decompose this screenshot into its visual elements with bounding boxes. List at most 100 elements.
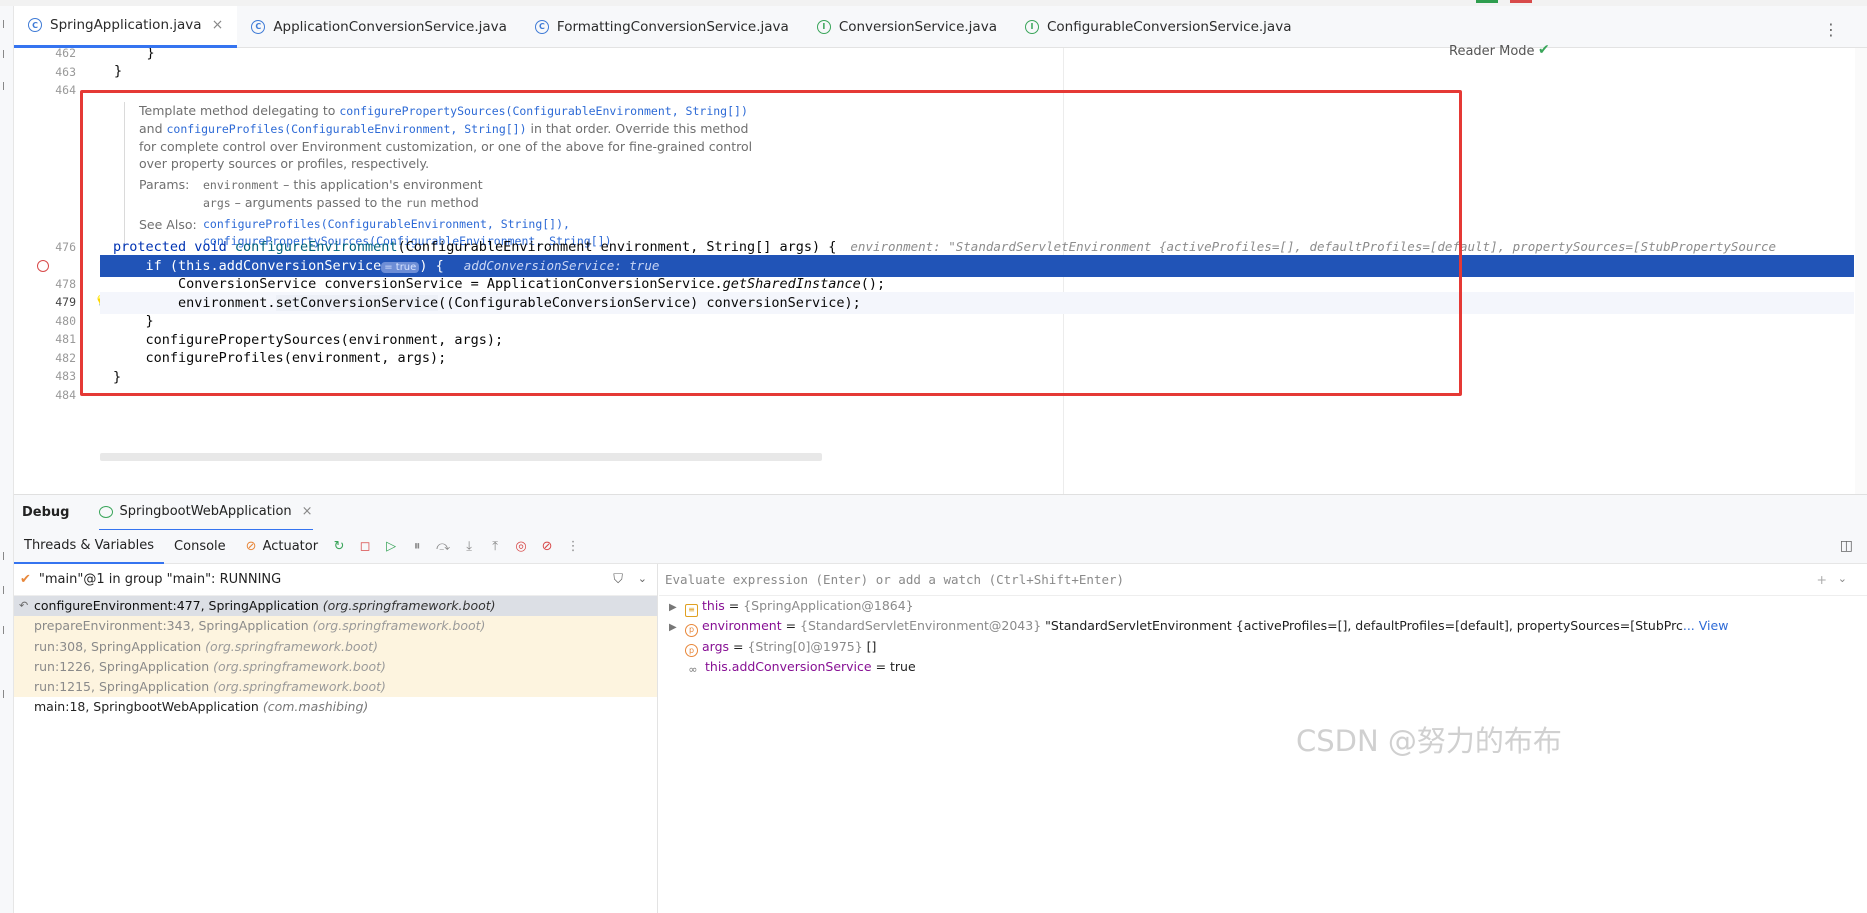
tool-window-icon[interactable] — [3, 690, 9, 698]
actuator-icon: ⊘ — [245, 539, 257, 554]
reader-mode-toggle[interactable]: Reader Mode — [1449, 44, 1535, 59]
class-icon: C — [28, 18, 42, 32]
add-watch-icon[interactable]: + — [1817, 572, 1827, 587]
thread-label: "main"@1 in group "main": RUNNING — [38, 572, 282, 587]
return-icon: ↶ — [19, 599, 29, 612]
variable-type: {String[0]@1975} — [747, 638, 863, 654]
frame-package: (org.springframework.boot) — [213, 679, 386, 695]
variable-row[interactable]: ▶ p environment = {StandardServletEnvironm… — [659, 616, 1867, 638]
vertical-scrollbar[interactable] — [1855, 48, 1867, 494]
variable-type: {SpringApplication@1864} — [743, 598, 914, 613]
tab-label: Actuator — [262, 539, 319, 554]
tool-window-icon[interactable] — [3, 82, 9, 90]
tab-label: FormattingConversionService.java — [556, 18, 789, 35]
debug-session-label: SpringbootWebApplication — [119, 504, 292, 519]
frame-method: configureEnvironment:477, SpringApplicat… — [34, 598, 319, 613]
close-icon[interactable]: × — [212, 17, 224, 33]
pause-icon[interactable]: ⏸ — [406, 536, 428, 558]
stack-frame[interactable]: run:1226, SpringApplication (org.springf… — [14, 656, 657, 678]
tool-window-icon[interactable] — [3, 552, 9, 560]
object-icon: ≡ — [685, 603, 698, 617]
stop-icon[interactable]: ◻ — [354, 536, 376, 558]
tab-label: ConfigurableConversionService.java — [1046, 18, 1292, 35]
frame-package: (com.mashibing) — [262, 699, 369, 715]
step-over-icon[interactable]: ⤼ — [432, 536, 454, 558]
tab-formattingconversionservice[interactable]: C FormattingConversionService.java — [521, 6, 803, 48]
check-icon[interactable]: ✔ — [1538, 42, 1550, 58]
debug-title: Debug — [22, 505, 70, 520]
tab-console[interactable]: Console — [164, 530, 236, 564]
variable-row[interactable]: p args = {String[0]@1975} [] — [659, 637, 1867, 658]
tab-actuator[interactable]: ⊘ Actuator — [236, 530, 328, 564]
frame-method: prepareEnvironment:343, SpringApplicatio… — [34, 618, 309, 634]
variable-name: this.addConversionService — [705, 658, 872, 674]
variables-pane[interactable]: Evaluate expression (Enter) or add a wat… — [659, 564, 1867, 913]
watch-icon: ∞ — [688, 662, 698, 676]
rerun-icon[interactable]: ↻ — [328, 536, 350, 558]
tab-configurableconversionservice[interactable]: I ConfigurableConversionService.java — [1011, 6, 1305, 48]
class-icon: C — [251, 19, 266, 34]
frames-pane[interactable]: ✔ "main"@1 in group "main": RUNNING ⛉ ⌄ … — [14, 564, 658, 913]
tab-conversionservice[interactable]: I ConversionService.java — [803, 6, 1011, 48]
layout-icon[interactable]: ◫ — [1840, 538, 1853, 554]
close-icon[interactable]: × — [302, 504, 313, 519]
interface-icon: I — [1024, 19, 1039, 34]
frame-package: (org.springframework.boot) — [322, 598, 496, 613]
line-number: 463 — [55, 65, 76, 79]
view-link[interactable]: ... View — [1683, 618, 1729, 633]
horizontal-scrollbar[interactable] — [100, 453, 822, 461]
check-icon: ✔ — [20, 572, 31, 587]
variable-name: args — [702, 638, 730, 654]
variable-equals: = — [724, 598, 744, 613]
thread-selector[interactable]: ✔ "main"@1 in group "main": RUNNING ⛉ ⌄ — [14, 564, 657, 596]
view-breakpoints-icon[interactable]: ◎ — [510, 536, 532, 558]
tool-window-icon[interactable] — [3, 50, 9, 58]
breakpoint-icon[interactable] — [37, 260, 49, 272]
step-into-icon[interactable]: ⤓ — [458, 536, 480, 558]
interface-icon: I — [816, 19, 831, 34]
stack-frame[interactable]: run:1215, SpringApplication (org.springf… — [14, 677, 657, 698]
step-out-icon[interactable]: ⤒ — [484, 536, 506, 558]
expand-arrow-icon[interactable]: ▶ — [669, 598, 685, 618]
chevron-down-icon[interactable]: ⌄ — [638, 572, 647, 585]
tool-window-icon[interactable] — [3, 586, 9, 594]
debug-session-tab[interactable]: SpringbootWebApplication × — [99, 495, 313, 531]
stack-frame[interactable]: prepareEnvironment:343, SpringApplicatio… — [14, 616, 657, 637]
resume-icon[interactable]: ▷ — [380, 536, 402, 558]
left-tool-stripe[interactable] — [0, 6, 14, 913]
line-number: 464 — [55, 83, 76, 97]
frame-method: main:18, SpringbootWebApplication — [34, 699, 259, 715]
variable-value: "StandardServletEnvironment {activeProfi… — [1041, 618, 1683, 634]
editor-tab-bar: C SpringApplication.java × C Application… — [14, 5, 1867, 48]
line-number: 481 — [55, 332, 76, 346]
tool-window-icon[interactable] — [3, 626, 9, 634]
mute-breakpoints-icon[interactable]: ⊘ — [536, 536, 558, 558]
tab-applicationconversionservice[interactable]: C ApplicationConversionService.java — [237, 6, 521, 48]
variable-row[interactable]: ▶ ≡ this = {SpringApplication@1864} — [659, 596, 1867, 618]
status-indicator-green — [1476, 0, 1498, 3]
evaluate-expression-input[interactable]: Evaluate expression (Enter) or add a wat… — [659, 564, 1867, 596]
watermark: CSDN @努力的布布 — [1296, 724, 1562, 758]
frame-method: run:308, SpringApplication — [34, 638, 202, 654]
expand-arrow-icon[interactable]: ▶ — [669, 618, 685, 638]
chevron-down-icon[interactable]: ⌄ — [1838, 572, 1847, 585]
frame-method: run:1215, SpringApplication — [34, 679, 210, 695]
highlight-annotation-box — [80, 90, 1462, 396]
line-number: 478 — [55, 277, 76, 291]
stack-frame[interactable]: ↶ configureEnvironment:477, SpringApplica… — [14, 596, 657, 617]
filter-icon[interactable]: ⛉ — [613, 572, 623, 587]
debug-tool-window-header: Debug SpringbootWebApplication × — [14, 494, 1867, 531]
variable-row[interactable]: ∞ this.addConversionService = true — [659, 657, 1867, 677]
tool-window-icon[interactable] — [3, 20, 9, 28]
code-line[interactable]: } — [114, 60, 122, 82]
stack-frame[interactable]: run:308, SpringApplication (org.springfr… — [14, 636, 657, 657]
more-options-icon[interactable]: ⋮ — [562, 536, 584, 558]
status-indicator-red — [1510, 0, 1532, 3]
variable-name: this — [702, 598, 725, 613]
class-icon: C — [534, 19, 549, 34]
stack-frame[interactable]: main:18, SpringbootWebApplication (com.m… — [14, 697, 657, 717]
more-tabs-icon[interactable]: ⋮ — [1823, 20, 1839, 39]
tab-springapplication[interactable]: C SpringApplication.java × — [14, 5, 238, 48]
variable-value: true — [890, 658, 916, 674]
tab-threads-variables[interactable]: Threads & Variables — [14, 530, 165, 564]
